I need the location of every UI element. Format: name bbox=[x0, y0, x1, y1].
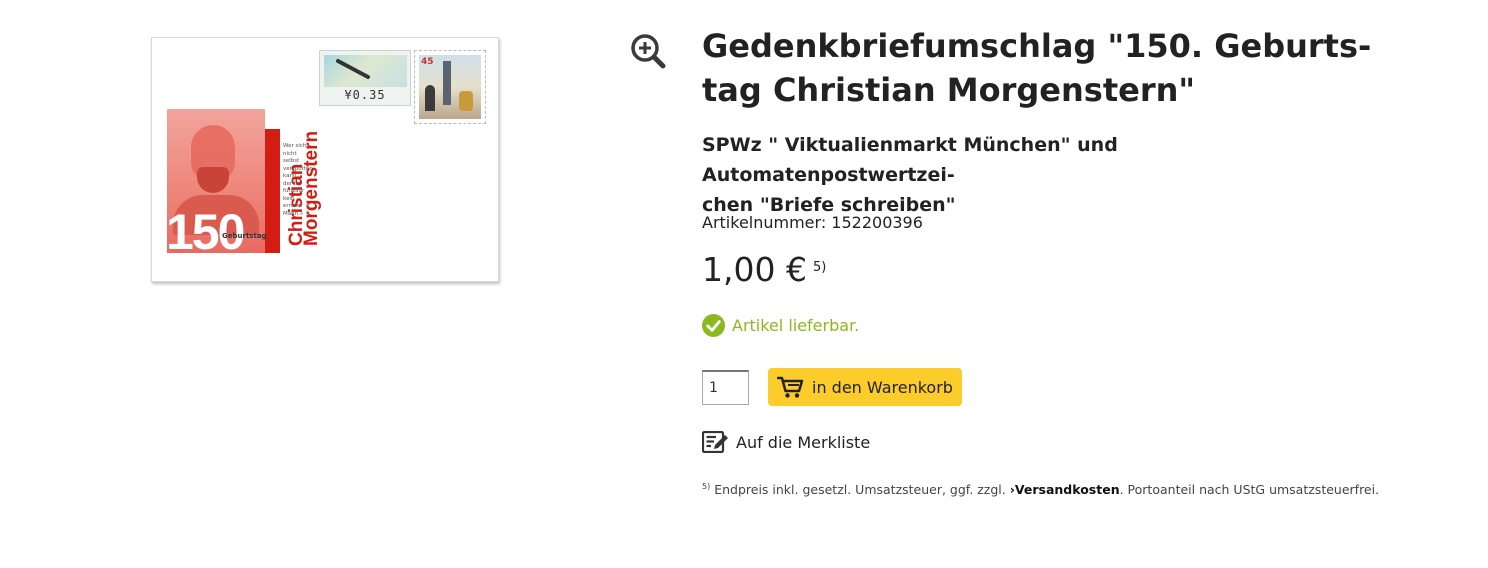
quantity-input[interactable] bbox=[702, 370, 749, 405]
atm-stamp: ¥0.35 bbox=[319, 50, 411, 106]
zoom-in-icon[interactable] bbox=[630, 33, 666, 69]
article-number: Artikelnummer: 152200396 bbox=[702, 213, 923, 232]
price: 1,00 € 5) bbox=[702, 250, 826, 290]
atm-stamp-value: ¥0.35 bbox=[344, 88, 386, 102]
price-value: 1,00 € bbox=[702, 250, 807, 289]
shipping-costs-link[interactable]: Versandkosten bbox=[1015, 482, 1120, 497]
price-footnote: 5) Endpreis inkl. gesetzl. Umsatzsteuer,… bbox=[702, 482, 1380, 498]
wishlist-label: Auf die Merkliste bbox=[736, 432, 871, 452]
stamp-denomination: 45 bbox=[421, 57, 434, 67]
check-circle-icon bbox=[702, 314, 725, 337]
add-to-wishlist-link[interactable]: Auf die Merkliste bbox=[702, 431, 870, 453]
add-to-cart-label: in den Warenkorb bbox=[812, 377, 953, 397]
cart-icon bbox=[777, 376, 804, 398]
envelope-geburtstag: Geburtstag bbox=[222, 232, 267, 240]
viktualienmarkt-stamp: 45 bbox=[414, 50, 486, 124]
product-subtitle: SPWz " Viktualienmarkt München" und Auto… bbox=[702, 134, 1118, 216]
product-image[interactable]: ¥0.35 45 150 Christian Morgenstern Gebur… bbox=[151, 37, 499, 282]
availability-status: Artikel lieferbar. bbox=[702, 314, 859, 337]
envelope-quote: Wer sich nicht selbst verspotten kann, d… bbox=[283, 143, 313, 217]
add-to-cart-button[interactable]: in den Warenkorb bbox=[768, 368, 962, 406]
product-title: Gedenkbriefumschlag "150. Geburts- tag C… bbox=[702, 27, 1372, 109]
price-footnote-ref[interactable]: 5) bbox=[813, 260, 826, 275]
edit-list-icon bbox=[702, 431, 728, 453]
availability-text: Artikel lieferbar. bbox=[732, 316, 860, 335]
red-band bbox=[265, 129, 280, 253]
